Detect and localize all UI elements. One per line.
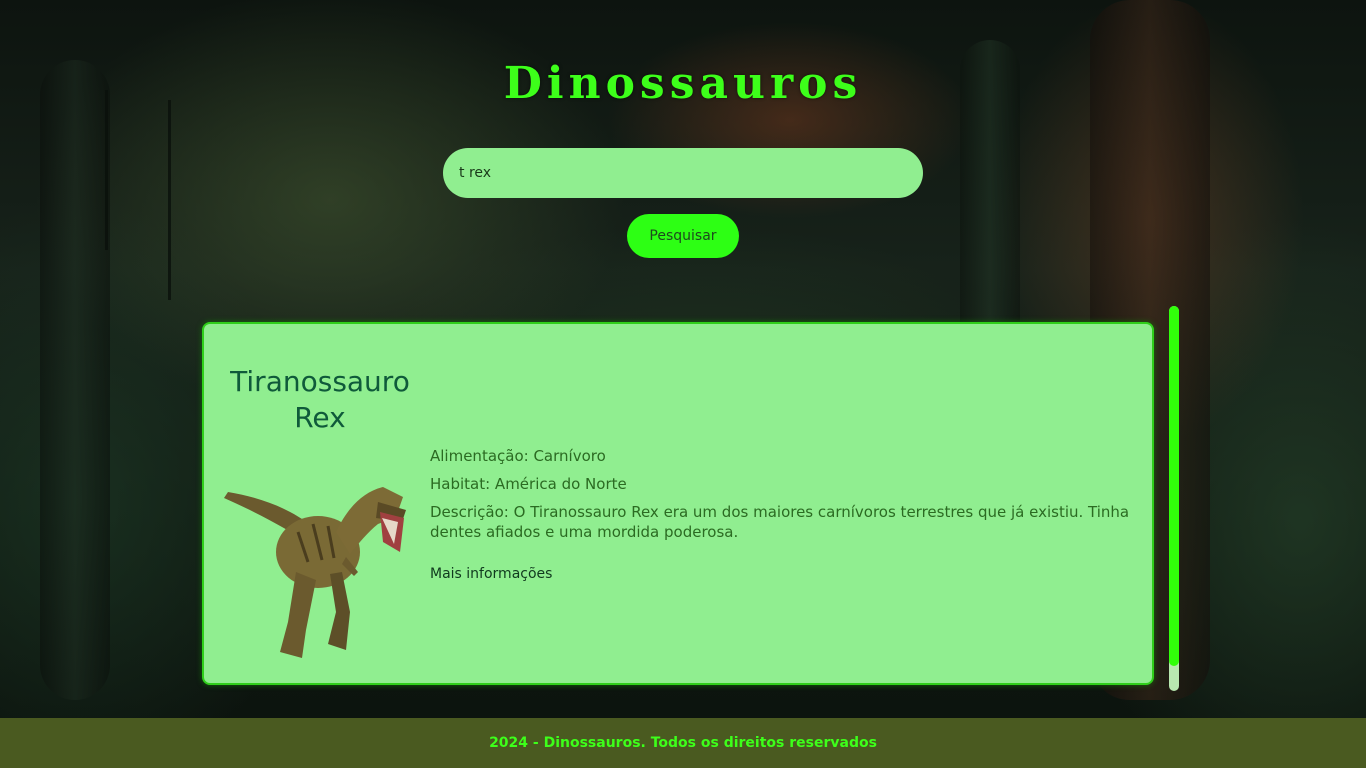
page-title: Dinossauros bbox=[503, 58, 863, 109]
results-scrollbar[interactable] bbox=[1169, 306, 1179, 691]
scrollbar-thumb[interactable] bbox=[1169, 306, 1179, 666]
search-button[interactable]: Pesquisar bbox=[627, 214, 739, 258]
dino-info: Alimentação: Carnívoro Habitat: América … bbox=[430, 446, 1146, 582]
dino-card: Tiranossauro Rex Alimentação: Carnívoro … bbox=[202, 322, 1154, 685]
trex-image bbox=[224, 487, 406, 658]
dino-name: Tiranossauro Rex bbox=[230, 365, 410, 434]
background-vine bbox=[168, 100, 171, 300]
more-info-link[interactable]: Mais informações bbox=[430, 566, 552, 582]
dino-description: Descrição: O Tiranossauro Rex era um dos… bbox=[430, 503, 1130, 541]
background-vine bbox=[105, 90, 108, 250]
dino-diet: Alimentação: Carnívoro bbox=[430, 447, 606, 465]
search-input[interactable] bbox=[443, 148, 923, 198]
dino-card-left: Tiranossauro Rex bbox=[204, 324, 434, 683]
footer: 2024 - Dinossauros. Todos os direitos re… bbox=[0, 718, 1366, 768]
background-tree bbox=[40, 60, 110, 700]
footer-text: 2024 - Dinossauros. Todos os direitos re… bbox=[489, 735, 877, 751]
dino-habitat: Habitat: América do Norte bbox=[430, 475, 627, 493]
